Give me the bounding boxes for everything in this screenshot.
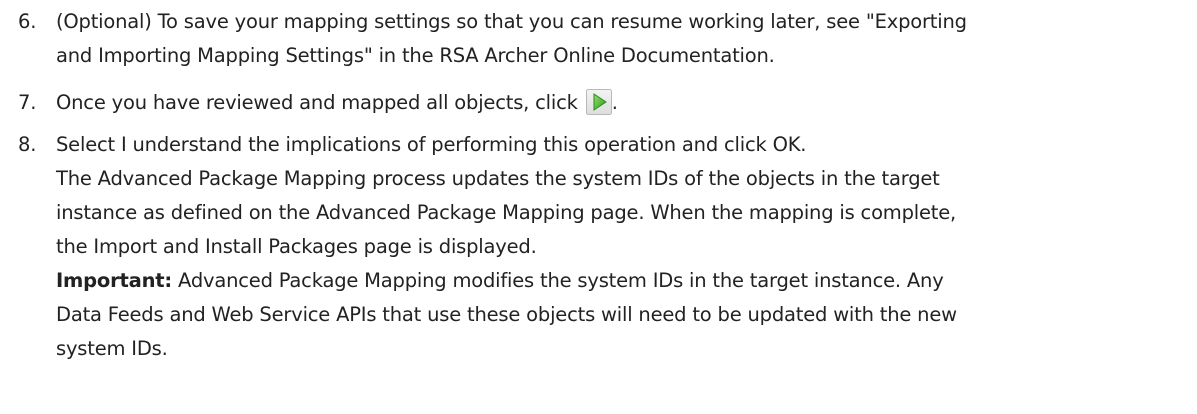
- step-number: 7.: [18, 91, 37, 114]
- important-label: Important:: [56, 269, 173, 292]
- document: 6. (Optional) To save your mapping setti…: [0, 0, 1197, 414]
- text-line: Once you have reviewed and mapped all ob…: [56, 86, 1186, 120]
- text-line: system IDs.: [56, 337, 168, 360]
- step-number: 6.: [18, 10, 37, 33]
- step-number: 8.: [18, 133, 37, 156]
- text-line: the Import and Install Packages page is …: [56, 235, 537, 258]
- step-text: Select I understand the implications of …: [56, 128, 1186, 366]
- text-line: Data Feeds and Web Service APIs that use…: [56, 303, 957, 326]
- play-icon: [585, 89, 612, 115]
- text-line: The Advanced Package Mapping process upd…: [56, 167, 940, 190]
- step-text: (Optional) To save your mapping settings…: [56, 5, 1186, 73]
- text-line: (Optional) To save your mapping settings…: [56, 10, 967, 33]
- text-line: Select I understand the implications of …: [56, 133, 807, 156]
- step-text-after-icon: .: [611, 91, 618, 114]
- text-line: and Importing Mapping Settings" in the R…: [56, 44, 775, 67]
- important-line: Important: Advanced Package Mapping modi…: [56, 264, 1186, 298]
- step-text-before-icon: Once you have reviewed and mapped all ob…: [56, 91, 578, 114]
- step-text: Once you have reviewed and mapped all ob…: [56, 86, 1186, 120]
- important-text: Advanced Package Mapping modifies the sy…: [172, 269, 944, 292]
- text-line: instance as defined on the Advanced Pack…: [56, 201, 957, 224]
